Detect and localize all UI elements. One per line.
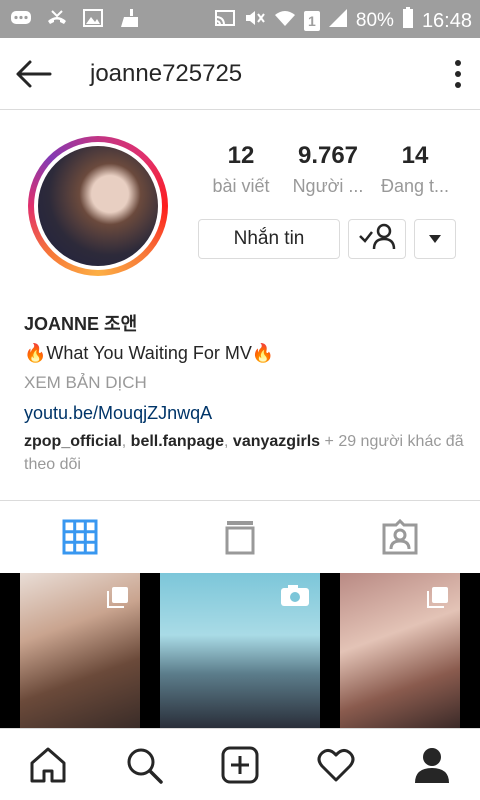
fire-emoji-icon: 🔥 <box>24 343 47 363</box>
more-options-icon[interactable] <box>450 58 466 90</box>
status-bar: 1 80% 16:48 <box>0 0 480 38</box>
suggested-dropdown-button[interactable] <box>414 219 456 259</box>
stat-followers[interactable]: 9.767 Người ... <box>285 142 371 197</box>
followed-by-separator: , <box>121 433 131 450</box>
caret-down-icon <box>428 228 442 250</box>
status-system-icons: 1 80% 16:48 <box>214 7 472 35</box>
stat-following[interactable]: 14 Đang t... <box>372 142 458 197</box>
stat-following-label: Đang t... <box>380 176 450 196</box>
posts-grid <box>0 573 480 728</box>
multiple-photos-icon <box>426 585 450 614</box>
status-notification-icons <box>10 8 140 28</box>
followed-by-account[interactable]: bell.fanpage <box>131 433 224 450</box>
feed-view-icon[interactable] <box>222 519 258 555</box>
profile-icon[interactable] <box>412 745 452 785</box>
tagged-photos-icon[interactable] <box>382 518 418 555</box>
cleaner-notification-icon <box>118 8 140 28</box>
signal-icon <box>328 8 348 34</box>
stat-posts-count: 12 <box>227 142 255 169</box>
image-notification-icon <box>82 8 104 28</box>
missed-call-icon <box>46 8 68 28</box>
followed-by-separator: , <box>224 433 233 450</box>
followed-by-text[interactable]: zpop_official, bell.fanpage, vanyazgirls… <box>24 430 464 476</box>
post-thumbnail[interactable] <box>20 573 140 728</box>
following-person-check-icon <box>357 222 397 256</box>
profile-bio: JOANNE 조앤 🔥What You Waiting For MV🔥 XEM … <box>24 310 464 476</box>
stat-followers-label: Người ... <box>292 176 364 196</box>
story-ring[interactable] <box>28 136 168 276</box>
battery-icon <box>402 7 414 35</box>
sim-slot-icon: 1 <box>303 11 320 31</box>
search-icon[interactable] <box>124 745 164 785</box>
post-thumbnail[interactable] <box>340 573 460 728</box>
followed-by-account[interactable]: vanyazgirls <box>233 433 320 450</box>
followed-by-account[interactable]: zpop_official <box>24 433 122 450</box>
avatar[interactable] <box>34 142 162 270</box>
profile-view-tabs <box>0 500 480 572</box>
bottom-navigation <box>0 728 480 800</box>
avatar-photo <box>38 146 158 266</box>
stat-posts[interactable]: 12 bài viết <box>198 142 284 197</box>
following-button[interactable] <box>348 219 406 259</box>
stat-posts-label: bài viết <box>212 176 270 196</box>
stat-followers-count: 9.767 <box>297 142 359 169</box>
header-username: joanne725725 <box>90 60 243 87</box>
video-camera-icon <box>280 585 310 612</box>
fire-emoji-icon: 🔥 <box>251 343 275 363</box>
mute-icon <box>244 8 266 34</box>
profile-display-name: JOANNE 조앤 <box>24 314 138 334</box>
post-thumbnail[interactable] <box>160 573 320 728</box>
back-arrow-icon[interactable] <box>14 56 54 92</box>
profile-header: joanne725725 <box>0 38 480 110</box>
bio-tagline-line: 🔥What You Waiting For MV🔥 <box>24 338 464 368</box>
message-button[interactable]: Nhắn tin <box>198 219 340 259</box>
battery-percent: 80% <box>355 10 394 31</box>
multiple-photos-icon <box>106 585 130 614</box>
home-icon[interactable] <box>28 745 68 785</box>
chat-notification-icon <box>10 8 32 28</box>
bio-tagline: What You Waiting For MV <box>46 343 252 363</box>
see-translation-link[interactable]: XEM BẢN DỊCH <box>24 368 464 398</box>
stat-following-count: 14 <box>401 142 429 169</box>
bio-website-link[interactable]: youtu.be/MouqjZJnwqA <box>24 398 464 428</box>
cast-icon <box>214 8 236 34</box>
wifi-icon <box>274 8 296 34</box>
clock: 16:48 <box>421 9 472 32</box>
profile-stats: 12 bài viết 9.767 Người ... 14 Đang t... <box>198 142 458 197</box>
new-post-icon[interactable] <box>220 745 260 785</box>
grid-view-icon[interactable] <box>62 519 98 555</box>
activity-heart-icon[interactable] <box>316 745 356 785</box>
